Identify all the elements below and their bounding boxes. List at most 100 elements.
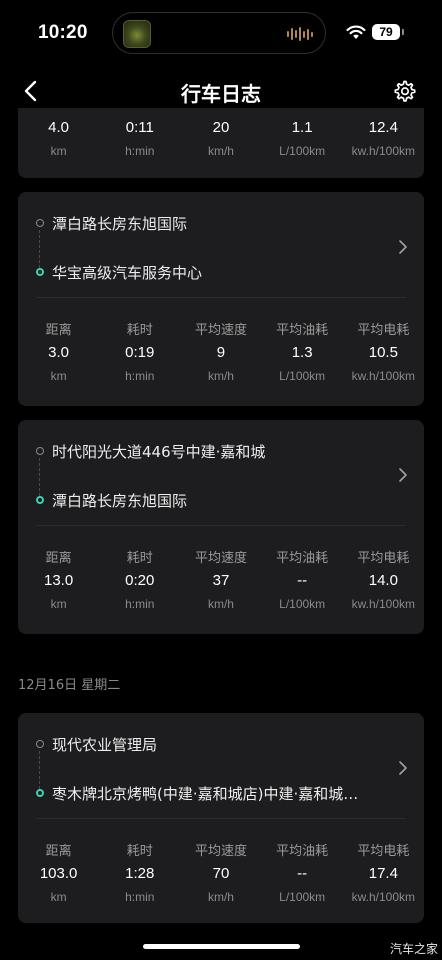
end-point-icon: [36, 789, 44, 797]
stat-unit: h:min: [125, 369, 155, 383]
trip-start-location: 潭白路长房东旭国际: [52, 215, 188, 233]
stat-unit: km: [50, 597, 67, 611]
trip-stats: 距离 3.0 km 耗时 0:19 h:min 平均速度 9 km/h 平均油耗…: [18, 321, 424, 387]
stat-avg-speed: 20 km/h: [180, 116, 261, 162]
stat-unit: kw.h/100km: [351, 890, 416, 904]
stat-value: 20: [212, 119, 230, 136]
stat-value: 0:20: [125, 572, 155, 589]
stat-value: 1.3: [291, 344, 313, 361]
stat-label: 平均油耗: [276, 844, 329, 859]
stat-label: 耗时: [126, 323, 153, 338]
home-indicator[interactable]: [143, 944, 300, 949]
stat-unit: h:min: [125, 144, 155, 158]
status-time: 10:20: [38, 22, 88, 43]
stat-unit: kw.h/100km: [351, 369, 416, 383]
chevron-right-icon: [399, 761, 407, 775]
dynamic-island[interactable]: [112, 12, 326, 54]
trip-card[interactable]: 时代阳光大道446号中建·嘉和城 潭白路长房东旭国际 距离 13.0 km 耗时…: [18, 420, 424, 634]
stat-avg-fuel: 1.1 L/100km: [262, 116, 343, 162]
stat-duration: 耗时 1:28 h:min: [99, 842, 180, 908]
trip-route: 现代农业管理局 枣木牌北京烤鸭(中建·嘉和城店)中建·嘉和城…: [18, 713, 424, 821]
trip-end-location: 华宝高级汽车服务中心: [52, 264, 203, 282]
settings-gear-icon[interactable]: [393, 79, 417, 103]
stat-distance: 距离 103.0 km: [18, 842, 99, 908]
trip-stats: 距离 13.0 km 耗时 0:20 h:min 平均速度 37 km/h 平均…: [18, 549, 424, 615]
stat-avg-power: 平均电耗 10.5 kw.h/100km: [343, 321, 424, 387]
stat-label: 耗时: [126, 551, 153, 566]
stat-label: 距离: [45, 551, 72, 566]
stat-avg-fuel: 平均油耗 -- L/100km: [262, 549, 343, 615]
chevron-right-icon: [399, 468, 407, 482]
divider: [36, 525, 406, 526]
stat-value: --: [297, 572, 308, 589]
stat-label: 平均电耗: [357, 844, 410, 859]
stat-label: 平均速度: [194, 844, 247, 859]
stat-value: 4.0: [48, 119, 70, 136]
end-point-icon: [36, 268, 44, 276]
stat-value: 103.0: [39, 865, 78, 882]
stat-unit: km/h: [207, 597, 234, 611]
start-point-icon: [36, 219, 44, 227]
watermark-logo: 汽车之家: [389, 942, 438, 956]
stat-avg-power: 平均电耗 17.4 kw.h/100km: [343, 842, 424, 908]
stat-unit: L/100km: [279, 597, 326, 611]
stat-label: 距离: [45, 844, 72, 859]
stat-value: 1.1: [291, 119, 313, 136]
stat-distance: 距离 3.0 km: [18, 321, 99, 387]
route-connector: [39, 458, 40, 496]
stat-unit: L/100km: [279, 144, 326, 158]
route-connector: [39, 751, 40, 789]
stat-value: 0:11: [125, 119, 154, 136]
route-connector: [39, 230, 40, 268]
wifi-icon: [346, 25, 366, 39]
stat-duration: 耗时 0:19 h:min: [99, 321, 180, 387]
stat-unit: km/h: [207, 890, 234, 904]
stat-avg-fuel: 平均油耗 -- L/100km: [262, 842, 343, 908]
stat-value: 9: [216, 344, 226, 361]
stat-label: 耗时: [126, 844, 153, 859]
stat-value: 3.0: [48, 344, 70, 361]
stat-avg-power: 平均电耗 14.0 kw.h/100km: [343, 549, 424, 615]
trip-route: 潭白路长房东旭国际 华宝高级汽车服务中心: [18, 192, 424, 300]
trip-card[interactable]: 潭白路长房东旭国际 华宝高级汽车服务中心 距离 3.0 km 耗时 0:19 h…: [18, 192, 424, 406]
stat-value: 17.4: [368, 865, 398, 882]
stat-label: 平均电耗: [357, 551, 410, 566]
stat-unit: km/h: [207, 144, 234, 158]
trip-card[interactable]: 现代农业管理局 枣木牌北京烤鸭(中建·嘉和城店)中建·嘉和城… 距离 103.0…: [18, 713, 424, 923]
stat-value: 13.0: [43, 572, 74, 589]
stat-unit: L/100km: [279, 890, 326, 904]
stat-value: --: [297, 865, 308, 882]
stat-unit: km: [50, 890, 67, 904]
trip-start-location: 时代阳光大道446号中建·嘉和城: [52, 443, 266, 461]
stat-distance: 距离 13.0 km: [18, 549, 99, 615]
stat-avg-speed: 平均速度 9 km/h: [180, 321, 261, 387]
trip-end-location: 潭白路长房东旭国际: [52, 492, 188, 510]
stat-value: 70: [212, 865, 230, 882]
trip-end-location: 枣木牌北京烤鸭(中建·嘉和城店)中建·嘉和城…: [52, 785, 359, 803]
trip-stats: 距离 103.0 km 耗时 1:28 h:min 平均速度 70 km/h 平…: [18, 842, 424, 908]
chevron-right-icon: [399, 240, 407, 254]
stat-value: 10.5: [368, 344, 398, 361]
status-bar: 10:20 79: [0, 0, 442, 66]
trip-start-location: 现代农业管理局: [52, 736, 158, 754]
stat-avg-speed: 平均速度 70 km/h: [180, 842, 261, 908]
trip-card[interactable]: 4.0 km 0:11 h:min 20 km/h 1.1 L/100km 12…: [18, 108, 424, 178]
stat-label: 平均速度: [194, 551, 247, 566]
stat-value: 0:19: [125, 344, 155, 361]
stat-distance: 4.0 km: [18, 116, 99, 162]
stat-unit: L/100km: [279, 369, 326, 383]
trip-route: 时代阳光大道446号中建·嘉和城 潭白路长房东旭国际: [18, 420, 424, 528]
stat-value: 14.0: [368, 572, 398, 589]
stat-unit: km: [50, 144, 67, 158]
stat-duration: 0:11 h:min: [99, 116, 180, 162]
stat-label: 平均电耗: [357, 323, 410, 338]
stat-value: 12.4: [368, 119, 398, 136]
divider: [36, 297, 406, 298]
now-playing-artwork: [123, 20, 151, 48]
divider: [36, 818, 406, 819]
stat-unit: km: [50, 369, 67, 383]
stat-value: 37: [212, 572, 230, 589]
end-point-icon: [36, 496, 44, 504]
stat-avg-power: 12.4 kw.h/100km: [343, 116, 424, 162]
stat-unit: kw.h/100km: [351, 144, 416, 158]
